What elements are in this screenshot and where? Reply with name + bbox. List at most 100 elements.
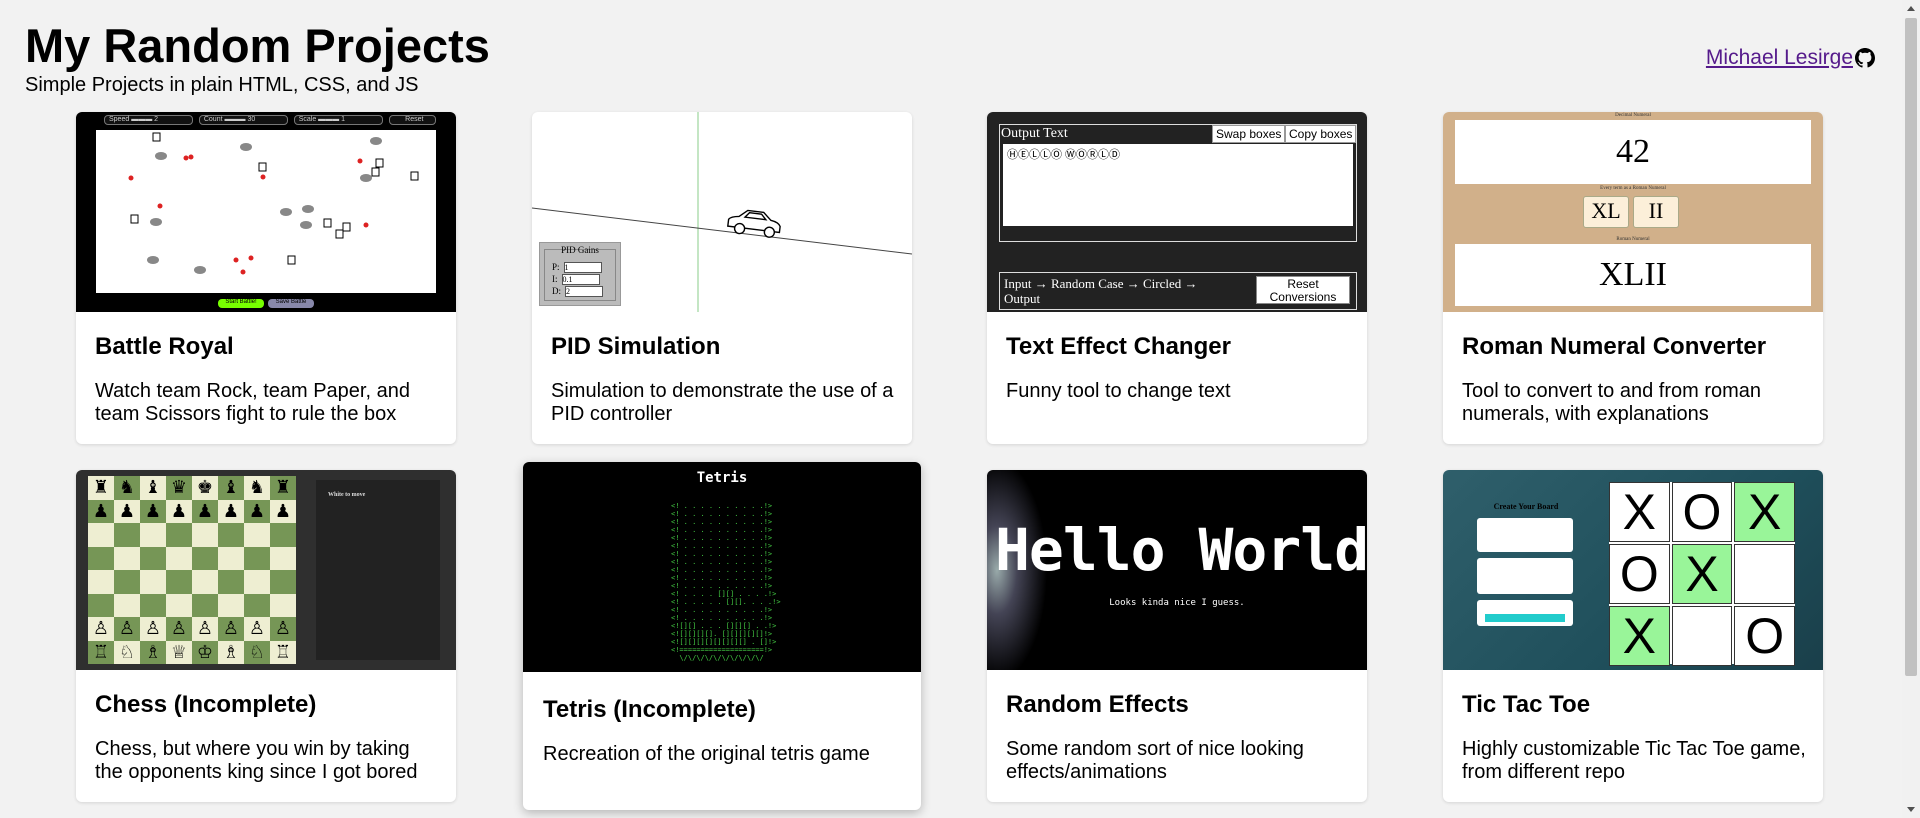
chess-square: ♘ <box>114 640 140 664</box>
project-title: PID Simulation <box>551 333 721 360</box>
chess-square: ♘ <box>244 640 270 664</box>
speed-control: Speed ▬▬▬ 2 <box>104 115 193 125</box>
project-title: Chess (Incomplete) <box>95 691 317 718</box>
chess-square: ♟ <box>270 499 296 523</box>
chess-square <box>114 523 140 547</box>
chess-square <box>114 546 140 570</box>
project-description: Chess, but where you win by taking the o… <box>95 738 418 783</box>
roman-chip-xl: XL <box>1583 196 1629 228</box>
start-battle-button: Start Battle! <box>218 299 264 308</box>
project-description: Recreation of the original tetris game <box>543 743 870 765</box>
chess-square <box>244 570 270 594</box>
chess-square <box>114 593 140 617</box>
chess-square: ♙ <box>88 617 114 641</box>
author-github-link[interactable]: Michael Lesirge <box>1706 46 1875 70</box>
chess-status-panel: White to move <box>316 480 440 660</box>
project-card-pid-simulation[interactable]: PID Gains P: 1 I: 0.1 D: 2 PID Simulation S… <box>532 112 912 444</box>
project-title: Random Effects <box>1006 691 1189 718</box>
chess-square <box>192 593 218 617</box>
project-title: Tetris (Incomplete) <box>543 696 756 723</box>
tic-tac-toe-cell: X <box>1734 482 1795 542</box>
tic-tac-toe-cell <box>1734 544 1795 604</box>
project-card-battle-royal[interactable]: Speed ▬▬▬ 2 Count ▬▬▬ 30 Scale ▬▬▬ 1 Res… <box>76 112 456 444</box>
chess-square <box>218 523 244 547</box>
chess-square <box>192 570 218 594</box>
battle-field <box>96 130 436 293</box>
tic-tac-toe-cell: O <box>1671 482 1733 542</box>
chess-square: ♝ <box>218 476 244 500</box>
chess-square: ♗ <box>140 640 166 664</box>
project-card-tetris[interactable]: Tetris <! . . . . . . . . . .!> <! . . .… <box>523 462 921 810</box>
chess-square <box>114 570 140 594</box>
tic-tac-toe-cell: X <box>1609 606 1670 666</box>
chess-square <box>244 546 270 570</box>
project-title: Tic Tac Toe <box>1462 691 1591 718</box>
project-card-tic-tac-toe[interactable]: Create Your Board XOXOXXO Tic Tac Toe Hi… <box>1443 470 1823 802</box>
page-header: My Random Projects Simple Projects in pl… <box>25 22 490 97</box>
chess-thumbnail: ♜ ♞ ♝ ♛ ♚ ♝ ♞ ♜ ♟ ♟ ♟ ♟ ♟ ♟ ♟ ♟ ♙ ♙ ♙ ♙ ♙ ♙ ♙ ♙ ♖ ♘ ♗ ♕ ♔ ♗ ♘ ♖ White t… <box>76 470 456 670</box>
battle-royal-thumbnail: Speed ▬▬▬ 2 Count ▬▬▬ 30 Scale ▬▬▬ 1 Res… <box>76 112 456 312</box>
chess-square <box>270 570 296 594</box>
save-battle-button: Save Battle <box>268 299 314 308</box>
car-icon <box>727 209 781 238</box>
vertical-scrollbar[interactable] <box>1902 0 1920 818</box>
pid-gains-panel: PID Gains P: 1 I: 0.1 D: 2 <box>539 242 621 306</box>
chess-board: ♜ ♞ ♝ ♛ ♚ ♝ ♞ ♜ ♟ ♟ ♟ ♟ ♟ ♟ ♟ ♟ ♙ ♙ ♙ ♙ ♙ ♙ ♙ ♙ ♖ ♘ ♗ ♕ ♔ ♗ ♘ ♖ <box>88 476 296 664</box>
author-name[interactable]: Michael Lesirge <box>1706 46 1853 70</box>
tetris-thumbnail: Tetris <! . . . . . . . . . .!> <! . . .… <box>523 462 921 672</box>
chess-square <box>270 523 296 547</box>
chess-square <box>166 570 192 594</box>
roman-value: XLII <box>1455 244 1811 306</box>
tic-tac-toe-cell: X <box>1671 544 1733 604</box>
chess-square: ♞ <box>244 476 270 500</box>
chess-square <box>88 570 114 594</box>
chess-square <box>192 523 218 547</box>
page-title: My Random Projects <box>25 19 490 72</box>
output-textarea: ⒽⒺⓁⓁⓄ ⓌⓄⓇⓁⒹ <box>1003 144 1353 226</box>
project-card-chess[interactable]: ♜ ♞ ♝ ♛ ♚ ♝ ♞ ♜ ♟ ♟ ♟ ♟ ♟ ♟ ♟ ♟ ♙ ♙ ♙ ♙ ♙ ♙ ♙ ♙ ♖ ♘ ♗ ♕ ♔ ♗ ♘ ♖ White t… <box>76 470 456 802</box>
project-card-text-effect-changer[interactable]: Output Text Swap boxes Copy boxes ⒽⒺⓁⓁⓄ … <box>987 112 1367 444</box>
chess-square: ♟ <box>244 499 270 523</box>
tic-tac-toe-cell: O <box>1734 606 1795 666</box>
chess-square <box>166 546 192 570</box>
hello-world-text: Hello World <box>995 516 1367 584</box>
decimal-value: 42 <box>1455 120 1811 184</box>
chess-square: ♙ <box>218 617 244 641</box>
project-card-roman-numeral-converter[interactable]: Decimal Numeral 42 Every term as a Roman… <box>1443 112 1823 444</box>
board-settings-panel: Create Your Board <box>1477 502 1575 632</box>
scroll-up-arrow-icon[interactable] <box>1902 0 1920 16</box>
chess-square <box>88 593 114 617</box>
chess-square: ♖ <box>88 640 114 664</box>
chess-square: ♞ <box>114 476 140 500</box>
project-description: Watch team Rock, team Paper, and team Sc… <box>95 380 410 425</box>
scroll-down-arrow-icon[interactable] <box>1902 802 1920 818</box>
github-icon[interactable] <box>1855 48 1875 68</box>
chess-square: ♝ <box>140 476 166 500</box>
tic-tac-toe-thumbnail: Create Your Board XOXOXXO <box>1443 470 1823 670</box>
project-description: Simulation to demonstrate the use of a P… <box>551 380 894 425</box>
chess-square <box>140 523 166 547</box>
chess-square: ♟ <box>166 499 192 523</box>
chess-square <box>218 546 244 570</box>
chess-square <box>244 593 270 617</box>
battle-pieces <box>128 132 419 275</box>
chess-square: ♖ <box>270 640 296 664</box>
tic-tac-toe-cell: X <box>1609 482 1670 542</box>
scrollbar-thumb[interactable] <box>1905 18 1917 676</box>
roman-thumbnail: Decimal Numeral 42 Every term as a Roman… <box>1443 112 1823 312</box>
chess-square: ♔ <box>192 640 218 664</box>
chess-square: ♙ <box>244 617 270 641</box>
chess-square: ♙ <box>166 617 192 641</box>
chess-square: ♜ <box>270 476 296 500</box>
swap-boxes-button: Swap boxes <box>1212 125 1286 143</box>
copy-boxes-button: Copy boxes <box>1285 125 1357 143</box>
output-text-label: Output Text <box>1001 126 1068 141</box>
chess-square <box>140 570 166 594</box>
chess-square: ♙ <box>114 617 140 641</box>
chess-square <box>244 523 270 547</box>
project-title: Battle Royal <box>95 333 234 360</box>
project-card-random-effects[interactable]: Hello World Looks kinda nice I guess. Ra… <box>987 470 1367 802</box>
project-title: Text Effect Changer <box>1006 333 1231 360</box>
text-effect-thumbnail: Output Text Swap boxes Copy boxes ⒽⒺⓁⓁⓄ … <box>987 112 1367 312</box>
chess-square: ♜ <box>88 476 114 500</box>
